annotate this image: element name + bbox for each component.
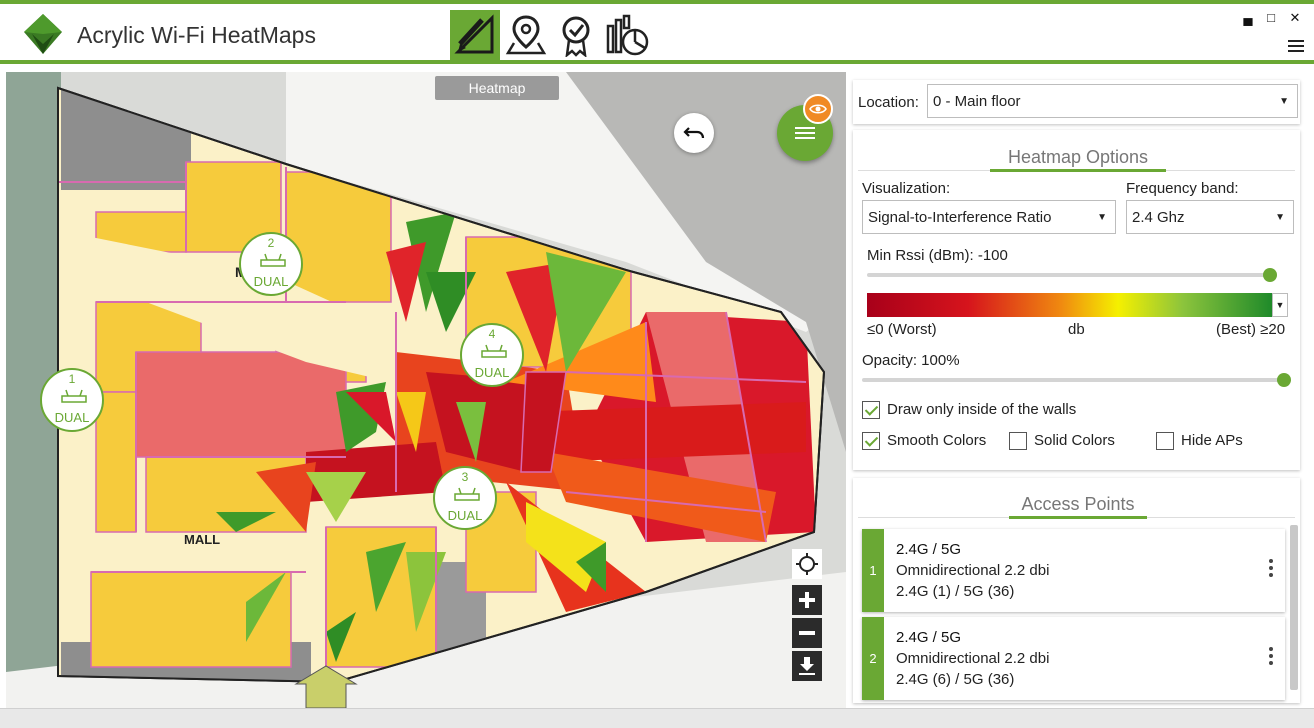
app-logo-icon bbox=[24, 14, 62, 54]
main-menu-button[interactable] bbox=[1288, 40, 1304, 52]
ap-antenna: Omnidirectional 2.2 dbi bbox=[896, 562, 1050, 579]
opacity-label: Opacity: 100% bbox=[862, 352, 960, 369]
ap-channels: 2.4G (1) / 5G (36) bbox=[896, 583, 1015, 600]
ap-list-item[interactable]: 2 2.4G / 5G Omnidirectional 2.2 dbi 2.4G… bbox=[862, 617, 1285, 700]
scale-unit-label: db bbox=[1068, 321, 1085, 338]
download-icon bbox=[799, 657, 815, 675]
color-scale-gradient bbox=[867, 293, 1272, 317]
edit-plan-tool-button[interactable] bbox=[450, 10, 500, 60]
zoom-in-button[interactable] bbox=[792, 585, 822, 615]
router-icon bbox=[481, 344, 507, 358]
reports-icon bbox=[606, 14, 649, 56]
map-label-mall: MALL bbox=[184, 532, 221, 547]
more-options-icon[interactable] bbox=[1269, 647, 1273, 668]
maximize-icon: □ bbox=[1267, 10, 1275, 25]
close-icon: ✕ bbox=[1289, 10, 1301, 25]
location-tool-button[interactable] bbox=[501, 10, 551, 60]
minimize-icon: ▄ bbox=[1243, 10, 1253, 25]
ap-marker-2[interactable]: 2 DUAL bbox=[239, 232, 303, 296]
crosshair-icon bbox=[796, 553, 818, 575]
ap-antenna: Omnidirectional 2.2 dbi bbox=[896, 650, 1050, 667]
visibility-toggle-button[interactable] bbox=[803, 94, 833, 124]
ap-marker-3[interactable]: 3 DUAL bbox=[433, 466, 497, 530]
ap-marker-4[interactable]: 4 DUAL bbox=[460, 323, 524, 387]
zoom-out-button[interactable] bbox=[792, 618, 822, 648]
floor-plan-heatmap bbox=[6, 72, 846, 708]
plus-icon bbox=[799, 592, 815, 608]
scale-min-label: ≤0 (Worst) bbox=[867, 321, 937, 338]
frequency-band-select[interactable]: 2.4 Ghz ▼ bbox=[1126, 200, 1294, 234]
heatmap-options-underline bbox=[990, 169, 1166, 172]
heatmap-canvas[interactable]: MALL M bbox=[6, 72, 846, 708]
opacity-slider[interactable] bbox=[862, 378, 1286, 382]
export-button[interactable] bbox=[792, 651, 822, 681]
more-options-icon[interactable] bbox=[1269, 559, 1273, 580]
certificate-tool-button[interactable] bbox=[551, 10, 601, 60]
frequency-band-label: Frequency band: bbox=[1126, 180, 1239, 197]
location-select[interactable]: 0 - Main floor ▼ bbox=[927, 84, 1298, 118]
heatmap-tab[interactable]: Heatmap bbox=[435, 76, 559, 100]
router-icon bbox=[454, 487, 480, 501]
undo-icon bbox=[683, 127, 705, 139]
app-title: Acrylic Wi-Fi HeatMaps bbox=[77, 22, 316, 48]
min-rssi-slider-thumb[interactable] bbox=[1263, 268, 1277, 282]
title-bar: Acrylic Wi-Fi HeatMaps ▄ □ ✕ bbox=[0, 4, 1314, 60]
dropdown-arrow-icon: ▼ bbox=[1275, 212, 1285, 223]
solid-colors-checkbox[interactable] bbox=[1009, 432, 1027, 450]
ap-channels: 2.4G (6) / 5G (36) bbox=[896, 671, 1015, 688]
ap-name: 2.4G / 5G bbox=[896, 629, 962, 646]
eye-icon bbox=[809, 104, 827, 114]
router-icon bbox=[260, 253, 286, 267]
access-points-underline bbox=[1009, 516, 1147, 519]
menu-icon bbox=[795, 127, 815, 139]
ap-list-item[interactable]: 1 2.4G / 5G Omnidirectional 2.2 dbi 2.4G… bbox=[862, 529, 1285, 612]
edit-plan-icon bbox=[454, 14, 494, 54]
locate-button[interactable] bbox=[792, 549, 822, 579]
ap-name: 2.4G / 5G bbox=[896, 541, 962, 558]
smooth-colors-checkbox[interactable] bbox=[862, 432, 880, 450]
smooth-colors-label: Smooth Colors bbox=[887, 432, 987, 449]
min-rssi-label: Min Rssi (dBm): -100 bbox=[867, 247, 1008, 264]
dropdown-arrow-icon: ▼ bbox=[1097, 212, 1107, 223]
visualization-label: Visualization: bbox=[862, 180, 951, 197]
access-points-title: Access Points bbox=[1021, 494, 1135, 514]
color-scale-dropdown[interactable]: ▼ bbox=[1272, 293, 1288, 317]
reports-tool-button[interactable] bbox=[603, 10, 653, 60]
hide-aps-label: Hide APs bbox=[1181, 432, 1243, 449]
ap-list-scrollbar[interactable] bbox=[1290, 525, 1298, 690]
draw-inside-walls-label: Draw only inside of the walls bbox=[887, 401, 1077, 418]
location-pin-icon bbox=[505, 15, 547, 55]
dropdown-arrow-icon: ▼ bbox=[1275, 300, 1285, 310]
router-icon bbox=[61, 389, 87, 403]
hide-aps-checkbox[interactable] bbox=[1156, 432, 1174, 450]
opacity-slider-thumb[interactable] bbox=[1277, 373, 1291, 387]
dropdown-arrow-icon: ▼ bbox=[1279, 96, 1289, 107]
status-bar bbox=[0, 708, 1314, 728]
location-label: Location: bbox=[858, 94, 919, 111]
certificate-icon bbox=[562, 16, 590, 57]
ap-marker-1[interactable]: 1 DUAL bbox=[40, 368, 104, 432]
minimize-button[interactable]: ▄ bbox=[1238, 10, 1258, 25]
maximize-button[interactable]: □ bbox=[1261, 10, 1281, 25]
visualization-select[interactable]: Signal-to-Interference Ratio ▼ bbox=[862, 200, 1116, 234]
toolbar-accent-line bbox=[0, 60, 1314, 64]
heatmap-options-title: Heatmap Options bbox=[1007, 147, 1149, 167]
undo-button[interactable] bbox=[674, 113, 714, 153]
scale-max-label: (Best) ≥20 bbox=[1216, 321, 1286, 338]
draw-inside-walls-checkbox[interactable] bbox=[862, 401, 880, 419]
solid-colors-label: Solid Colors bbox=[1034, 432, 1115, 449]
min-rssi-slider[interactable] bbox=[867, 273, 1277, 277]
close-button[interactable]: ✕ bbox=[1285, 10, 1305, 26]
minus-icon bbox=[799, 631, 815, 635]
